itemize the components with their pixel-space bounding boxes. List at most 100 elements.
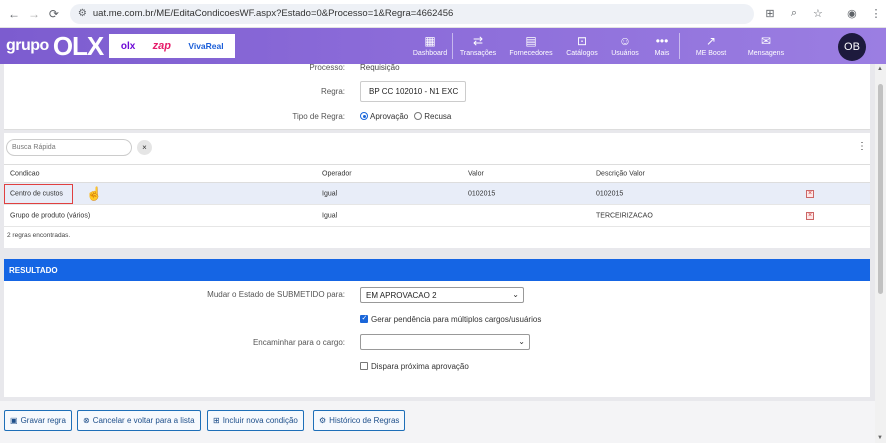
clear-search-button[interactable]: ×	[137, 140, 152, 155]
tipo-regra-group: Aprovação Recusa	[360, 111, 451, 121]
top-nav: ▦ Dashboard ⇄ Transações ▤ Fornecedores …	[408, 28, 790, 64]
result-panel: Mudar o Estado de SUBMETIDO para: EM APR…	[4, 281, 870, 397]
dispara-label: Dispara próxima aprovação	[371, 362, 469, 371]
back-arrow-icon[interactable]: ←	[4, 4, 24, 24]
cell-condicao[interactable]: Grupo de produto (vários)	[10, 212, 90, 219]
button-label: Cancelar e voltar para a lista	[92, 416, 195, 425]
site-settings-icon[interactable]: ⚙	[78, 8, 87, 19]
nav-transacoes[interactable]: ⇄ Transações	[453, 28, 503, 64]
tipo-regra-label: Tipo de Regra:	[292, 112, 345, 121]
nav-mensagens[interactable]: ✉ Mensagens	[742, 28, 790, 64]
nav-label: Usuários	[611, 50, 639, 57]
address-bar[interactable]: ⚙ uat.me.com.br/ME/EditaCondicoesWF.aspx…	[69, 3, 754, 24]
browser-toolbar: ← → ⟳ ⚙ uat.me.com.br/ME/EditaCondicoesW…	[0, 0, 886, 28]
nav-label: Dashboard	[412, 50, 448, 57]
nav-dashboard[interactable]: ▦ Dashboard	[408, 28, 452, 64]
delete-row-icon[interactable]: ×	[806, 189, 814, 198]
records-count: 2 regras encontradas.	[7, 232, 71, 239]
encaminhar-label: Encaminhar para o cargo:	[252, 338, 345, 347]
add-condition-button[interactable]: ⊞ Incluir nova condição	[207, 410, 304, 431]
button-label: Histórico de Regras	[329, 416, 400, 425]
gerar-pendencia-option[interactable]: Gerar pendência para múltiplos cargos/us…	[360, 314, 541, 324]
quick-search-input[interactable]: Busca Rápida	[6, 139, 132, 156]
nav-mais[interactable]: ••• Mais	[645, 28, 679, 64]
gerar-pendencia-checkbox[interactable]	[360, 314, 368, 323]
radio-recusa-circle[interactable]	[414, 112, 423, 120]
estado-label: Mudar o Estado de SUBMETIDO para:	[207, 290, 345, 299]
regra-value: BP CC 102010 - N1 EXC	[360, 81, 466, 102]
table-row[interactable]: Centro de custos Igual 0102015 0102015 ×	[4, 183, 870, 205]
nav-label: Fornecedores	[509, 50, 553, 57]
logo-grupo: grupo	[6, 37, 49, 54]
nav-usuarios[interactable]: ☺ Usuários	[605, 28, 645, 64]
app-header: grupo OLX olx zap VivaReal ▦ Dashboard ⇄…	[0, 28, 886, 64]
forward-arrow-icon[interactable]: →	[24, 4, 44, 24]
cell-operador: Igual	[322, 212, 338, 219]
save-rule-button[interactable]: ▣ Gravar regra	[4, 410, 72, 431]
reload-icon[interactable]: ⟳	[44, 4, 64, 24]
cell-valor: 0102015	[468, 190, 496, 197]
dispara-option[interactable]: Dispara próxima aprovação	[360, 361, 469, 371]
radio-aprovacao-circle[interactable]	[360, 112, 368, 120]
nav-label: Mensagens	[747, 50, 785, 57]
brand-zap: zap	[152, 40, 172, 52]
rule-info-panel: Processo: Requisição Regra: BP CC 102010…	[4, 63, 870, 130]
cancel-button[interactable]: ⊗ Cancelar e voltar para a lista	[77, 410, 201, 431]
table-header: Condicao Operador Valor Descrição Valor	[4, 164, 870, 183]
kebab-menu-icon[interactable]: ⋮	[857, 141, 867, 152]
logo-olx: OLX	[52, 30, 104, 61]
regra-label: Regra:	[320, 87, 345, 96]
delete-row-icon[interactable]: ×	[806, 211, 814, 220]
nav-label: Mais	[654, 50, 670, 57]
browser-menu-icon[interactable]: ⋮	[866, 4, 886, 24]
save-icon: ▣	[10, 416, 18, 425]
scroll-down-icon[interactable]: ▼	[877, 435, 883, 441]
cell-descricao: 0102015	[596, 190, 624, 197]
translate-icon[interactable]: ⊞	[760, 4, 780, 24]
conditions-panel: Busca Rápida × ⋮ Condicao Operador Valor…	[4, 133, 870, 248]
radio-recusa-label: Recusa	[424, 112, 452, 121]
transactions-icon: ⇄	[472, 34, 484, 48]
estado-selected-value: EM APROVACAO 2	[366, 290, 437, 300]
col-descricao-valor[interactable]: Descrição Valor	[596, 170, 645, 177]
scrollbar-thumb[interactable]	[878, 84, 883, 294]
radio-aprovacao[interactable]: Aprovação	[360, 111, 408, 121]
messages-icon: ✉	[760, 34, 772, 48]
catalog-icon: ⊡	[576, 34, 588, 48]
nav-fornecedores[interactable]: ▤ Fornecedores	[503, 28, 559, 64]
user-avatar[interactable]: OB	[838, 33, 866, 61]
col-valor[interactable]: Valor	[468, 170, 484, 177]
profile-icon[interactable]: ◉	[842, 4, 862, 24]
add-condition-icon: ⊞	[213, 416, 220, 425]
more-icon: •••	[655, 34, 669, 48]
nav-catalogos[interactable]: ⊡ Catálogos	[559, 28, 605, 64]
col-condicao[interactable]: Condicao	[10, 170, 40, 177]
suppliers-icon: ▤	[525, 34, 537, 48]
nav-me-boost[interactable]: ↗ ME Boost	[680, 28, 742, 64]
encaminhar-select[interactable]: ⌄	[360, 334, 530, 350]
col-operador[interactable]: Operador	[322, 170, 352, 177]
button-label: Gravar regra	[20, 416, 66, 425]
nav-label: Transações	[459, 50, 497, 57]
footer-actions: ▣ Gravar regra ⊗ Cancelar e voltar para …	[0, 401, 886, 443]
boost-icon: ↗	[705, 34, 717, 48]
scroll-up-icon[interactable]: ▲	[877, 66, 883, 72]
chevron-down-icon: ⌄	[518, 337, 525, 346]
bookmark-star-icon[interactable]: ☆	[808, 4, 828, 24]
dashboard-icon: ▦	[424, 34, 436, 48]
cell-condicao[interactable]: Centro de custos	[10, 190, 63, 197]
gerar-pendencia-label: Gerar pendência para múltiplos cargos/us…	[371, 315, 542, 324]
processo-value: Requisição	[360, 63, 400, 72]
brand-olx: olx	[120, 40, 136, 52]
zoom-icon[interactable]: ⌕	[784, 4, 804, 24]
button-label: Incluir nova condição	[222, 416, 298, 425]
hand-cursor-icon: ☝	[86, 186, 103, 201]
radio-recusa[interactable]: Recusa	[414, 111, 451, 121]
page-scrollbar[interactable]: ▲ ▼	[875, 64, 886, 443]
table-row[interactable]: Grupo de produto (vários) Igual TERCEIRI…	[4, 205, 870, 227]
estado-select[interactable]: EM APROVACAO 2 ⌄	[360, 287, 524, 303]
history-button[interactable]: ⚙ Histórico de Regras	[313, 410, 406, 431]
history-icon: ⚙	[319, 416, 327, 425]
dispara-checkbox[interactable]	[360, 362, 368, 370]
cancel-icon: ⊗	[83, 416, 90, 425]
